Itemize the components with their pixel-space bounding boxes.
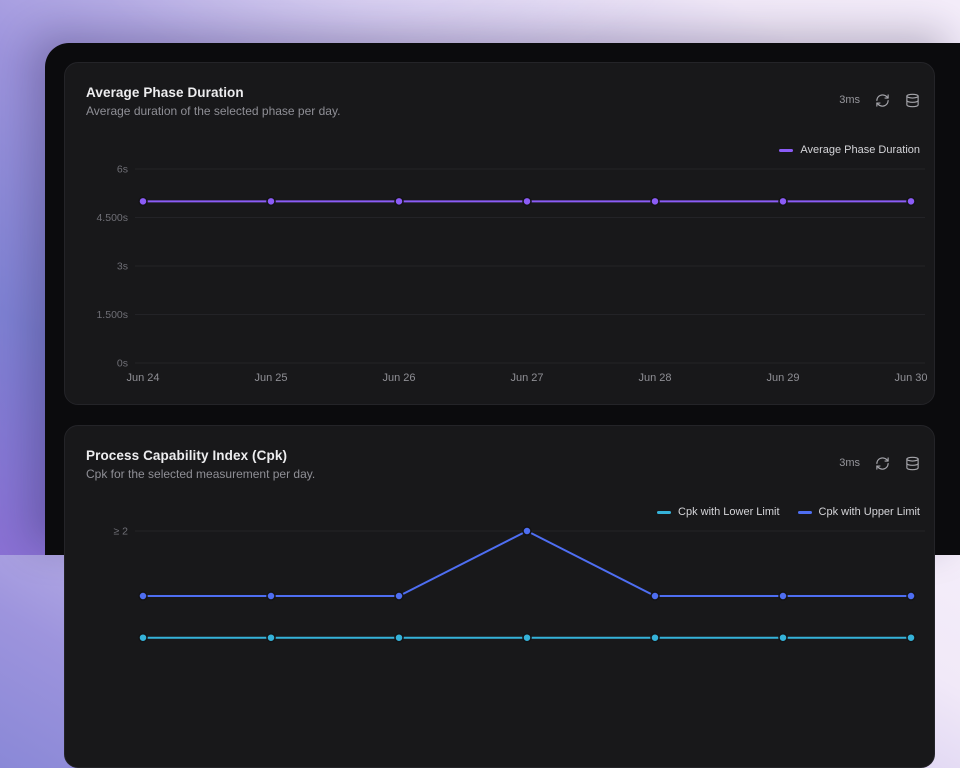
y-tick-label: 6s: [117, 164, 128, 176]
y-tick-label: 0s: [117, 357, 128, 369]
x-tick-label: Jun 30: [894, 372, 927, 384]
database-icon: [905, 93, 920, 108]
latency-badge: 3ms: [839, 94, 860, 106]
card-process-capability-index: ≥ 2 Process Capability Index (Cpk) Cpk f…: [64, 425, 935, 768]
legend-item: Average Phase Duration: [779, 144, 920, 156]
card-toolbar: 3ms: [839, 92, 920, 108]
data-source-button[interactable]: [904, 92, 920, 108]
card-title: Average Phase Duration: [86, 85, 340, 100]
card-average-phase-duration: 6s 4.500s 3s 1.500s 0s Jun 24 Jun 25 Jun 26 Jun …: [64, 62, 935, 405]
data-point[interactable]: [523, 197, 531, 205]
card-titles: Process Capability Index (Cpk) Cpk for t…: [86, 448, 315, 481]
legend-swatch: [657, 511, 671, 514]
y-tick-label: 4.500s: [96, 212, 128, 224]
data-point[interactable]: [779, 197, 787, 205]
x-tick-label: Jun 24: [126, 372, 159, 384]
data-point[interactable]: [139, 197, 147, 205]
data-point[interactable]: [395, 197, 403, 205]
data-point[interactable]: [907, 634, 915, 642]
refresh-button[interactable]: [874, 92, 890, 108]
card-subtitle: Cpk for the selected measurement per day…: [86, 467, 315, 481]
x-tick-label: Jun 26: [382, 372, 415, 384]
data-point[interactable]: [267, 592, 275, 600]
refresh-icon: [875, 93, 890, 108]
card-toolbar: 3ms: [839, 455, 920, 471]
data-point[interactable]: [395, 592, 403, 600]
data-point[interactable]: [779, 634, 787, 642]
data-point[interactable]: [139, 634, 147, 642]
y-tick-label: ≥ 2: [113, 526, 128, 538]
dashboard-panel: 6s 4.500s 3s 1.500s 0s Jun 24 Jun 25 Jun 26 Jun …: [45, 43, 960, 555]
card-header: Process Capability Index (Cpk) Cpk for t…: [86, 448, 920, 481]
data-point[interactable]: [267, 634, 275, 642]
data-point[interactable]: [267, 197, 275, 205]
refresh-icon: [875, 456, 890, 471]
legend-item: Cpk with Lower Limit: [657, 506, 779, 518]
data-point[interactable]: [779, 592, 787, 600]
refresh-button[interactable]: [874, 455, 890, 471]
chart-legend: Cpk with Lower Limit Cpk with Upper Limit: [657, 506, 920, 518]
data-point[interactable]: [139, 592, 147, 600]
data-point[interactable]: [523, 527, 531, 535]
data-point[interactable]: [907, 592, 915, 600]
y-tick-label: 1.500s: [96, 309, 128, 321]
data-point[interactable]: [523, 634, 531, 642]
card-title: Process Capability Index (Cpk): [86, 448, 315, 463]
series-line: [143, 531, 911, 596]
y-tick-label: 3s: [117, 260, 128, 272]
legend-label: Cpk with Upper Limit: [819, 506, 920, 518]
data-point[interactable]: [651, 592, 659, 600]
data-point[interactable]: [907, 197, 915, 205]
legend-label: Average Phase Duration: [800, 144, 920, 156]
x-tick-label: Jun 25: [254, 372, 287, 384]
x-tick-label: Jun 27: [510, 372, 543, 384]
page-background: { "background": { "gradient_from": "#8a7…: [0, 0, 960, 555]
legend-label: Cpk with Lower Limit: [678, 506, 779, 518]
latency-badge: 3ms: [839, 457, 860, 469]
x-tick-label: Jun 28: [638, 372, 671, 384]
x-tick-label: Jun 29: [766, 372, 799, 384]
card-titles: Average Phase Duration Average duration …: [86, 85, 340, 118]
card-header: Average Phase Duration Average duration …: [86, 85, 920, 118]
legend-item: Cpk with Upper Limit: [798, 506, 920, 518]
data-point[interactable]: [651, 634, 659, 642]
data-source-button[interactable]: [904, 455, 920, 471]
legend-swatch: [779, 149, 793, 152]
card-subtitle: Average duration of the selected phase p…: [86, 104, 340, 118]
data-point[interactable]: [651, 197, 659, 205]
database-icon: [905, 456, 920, 471]
data-point[interactable]: [395, 634, 403, 642]
chart-legend: Average Phase Duration: [779, 144, 920, 156]
legend-swatch: [798, 511, 812, 514]
